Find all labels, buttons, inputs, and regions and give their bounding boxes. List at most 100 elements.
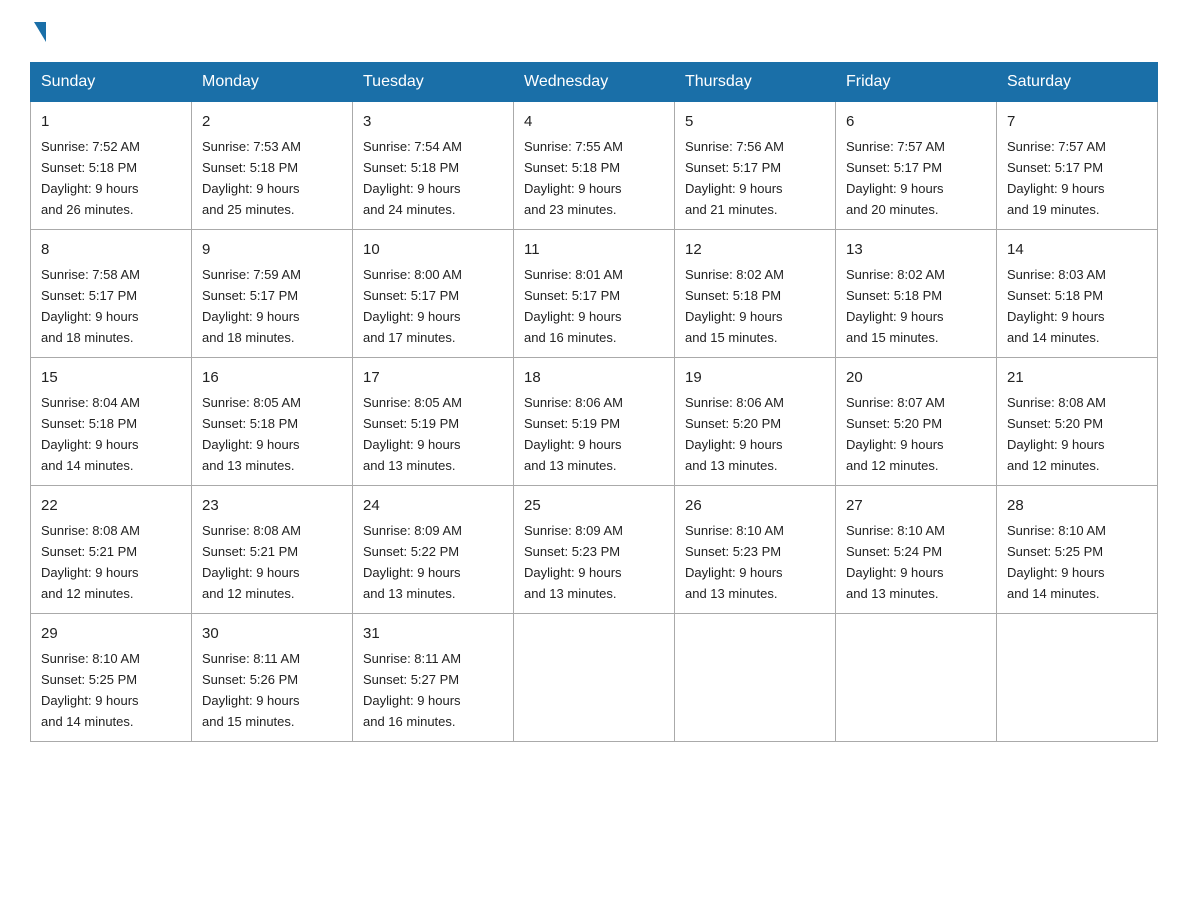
day-info: Sunrise: 7:57 AMSunset: 5:17 PMDaylight:… (846, 139, 945, 217)
day-number: 31 (363, 622, 503, 645)
week-row-3: 15 Sunrise: 8:04 AMSunset: 5:18 PMDayligh… (31, 357, 1158, 485)
day-info: Sunrise: 8:05 AMSunset: 5:18 PMDaylight:… (202, 395, 301, 473)
calendar-cell: 4 Sunrise: 7:55 AMSunset: 5:18 PMDaylight… (514, 102, 675, 230)
day-info: Sunrise: 8:11 AMSunset: 5:27 PMDaylight:… (363, 651, 461, 729)
day-info: Sunrise: 8:02 AMSunset: 5:18 PMDaylight:… (846, 267, 945, 345)
calendar-cell: 14Sunrise: 8:03 AMSunset: 5:18 PMDayligh… (997, 229, 1158, 357)
day-info: Sunrise: 8:09 AMSunset: 5:23 PMDaylight:… (524, 523, 623, 601)
day-info: Sunrise: 8:05 AMSunset: 5:19 PMDaylight:… (363, 395, 462, 473)
day-info: Sunrise: 8:08 AMSunset: 5:21 PMDaylight:… (41, 523, 140, 601)
weekday-header-sunday: Sunday (31, 63, 192, 102)
day-number: 13 (846, 238, 986, 261)
day-number: 5 (685, 110, 825, 133)
day-info: Sunrise: 8:08 AMSunset: 5:20 PMDaylight:… (1007, 395, 1106, 473)
calendar-cell: 27 Sunrise: 8:10 AMSunset: 5:24 PMDayligh… (836, 485, 997, 613)
day-info: Sunrise: 8:10 AMSunset: 5:23 PMDaylight:… (685, 523, 784, 601)
calendar-cell: 2 Sunrise: 7:53 AMSunset: 5:18 PMDaylight… (192, 102, 353, 230)
day-info: Sunrise: 7:55 AMSunset: 5:18 PMDaylight:… (524, 139, 623, 217)
calendar-cell: 6Sunrise: 7:57 AMSunset: 5:17 PMDaylight… (836, 102, 997, 230)
calendar-cell: 15 Sunrise: 8:04 AMSunset: 5:18 PMDayligh… (31, 357, 192, 485)
day-number: 29 (41, 622, 181, 645)
day-number: 30 (202, 622, 342, 645)
day-number: 25 (524, 494, 664, 517)
calendar-cell: 20 Sunrise: 8:07 AMSunset: 5:20 PMDayligh… (836, 357, 997, 485)
calendar-cell: 7Sunrise: 7:57 AMSunset: 5:17 PMDaylight… (997, 102, 1158, 230)
day-info: Sunrise: 8:10 AMSunset: 5:24 PMDaylight:… (846, 523, 945, 601)
day-info: Sunrise: 7:52 AMSunset: 5:18 PMDaylight:… (41, 139, 140, 217)
day-number: 7 (1007, 110, 1147, 133)
weekday-header-wednesday: Wednesday (514, 63, 675, 102)
calendar-cell: 3 Sunrise: 7:54 AMSunset: 5:18 PMDaylight… (353, 102, 514, 230)
page-header (30, 20, 1158, 42)
calendar-cell: 18 Sunrise: 8:06 AMSunset: 5:19 PMDayligh… (514, 357, 675, 485)
calendar-cell (836, 613, 997, 741)
week-row-5: 29 Sunrise: 8:10 AMSunset: 5:25 PMDayligh… (31, 613, 1158, 741)
day-info: Sunrise: 8:10 AMSunset: 5:25 PMDaylight:… (41, 651, 140, 729)
week-row-2: 8 Sunrise: 7:58 AMSunset: 5:17 PMDaylight… (31, 229, 1158, 357)
day-info: Sunrise: 8:04 AMSunset: 5:18 PMDaylight:… (41, 395, 140, 473)
weekday-header-thursday: Thursday (675, 63, 836, 102)
day-number: 10 (363, 238, 503, 261)
day-number: 15 (41, 366, 181, 389)
weekday-header-friday: Friday (836, 63, 997, 102)
day-number: 23 (202, 494, 342, 517)
day-number: 21 (1007, 366, 1147, 389)
calendar-cell: 24 Sunrise: 8:09 AMSunset: 5:22 PMDayligh… (353, 485, 514, 613)
weekday-header-row: SundayMondayTuesdayWednesdayThursdayFrid… (31, 63, 1158, 102)
day-number: 18 (524, 366, 664, 389)
day-info: Sunrise: 8:02 AMSunset: 5:18 PMDaylight:… (685, 267, 784, 345)
calendar-cell: 16 Sunrise: 8:05 AMSunset: 5:18 PMDayligh… (192, 357, 353, 485)
day-number: 11 (524, 238, 664, 261)
logo (30, 20, 46, 42)
day-number: 16 (202, 366, 342, 389)
day-number: 19 (685, 366, 825, 389)
day-info: Sunrise: 8:10 AMSunset: 5:25 PMDaylight:… (1007, 523, 1106, 601)
day-info: Sunrise: 8:00 AMSunset: 5:17 PMDaylight:… (363, 267, 462, 345)
day-info: Sunrise: 8:09 AMSunset: 5:22 PMDaylight:… (363, 523, 462, 601)
calendar-cell: 11 Sunrise: 8:01 AMSunset: 5:17 PMDayligh… (514, 229, 675, 357)
day-number: 20 (846, 366, 986, 389)
day-number: 12 (685, 238, 825, 261)
day-number: 14 (1007, 238, 1147, 261)
day-number: 24 (363, 494, 503, 517)
calendar-cell: 1 Sunrise: 7:52 AMSunset: 5:18 PMDaylight… (31, 102, 192, 230)
calendar-cell: 28 Sunrise: 8:10 AMSunset: 5:25 PMDayligh… (997, 485, 1158, 613)
day-info: Sunrise: 7:56 AMSunset: 5:17 PMDaylight:… (685, 139, 784, 217)
calendar-cell: 29 Sunrise: 8:10 AMSunset: 5:25 PMDayligh… (31, 613, 192, 741)
weekday-header-saturday: Saturday (997, 63, 1158, 102)
calendar-cell (675, 613, 836, 741)
day-number: 17 (363, 366, 503, 389)
day-info: Sunrise: 7:53 AMSunset: 5:18 PMDaylight:… (202, 139, 301, 217)
day-info: Sunrise: 8:08 AMSunset: 5:21 PMDaylight:… (202, 523, 301, 601)
day-number: 26 (685, 494, 825, 517)
day-info: Sunrise: 8:07 AMSunset: 5:20 PMDaylight:… (846, 395, 945, 473)
day-info: Sunrise: 8:01 AMSunset: 5:17 PMDaylight:… (524, 267, 623, 345)
logo-arrow-icon (34, 22, 46, 42)
calendar-cell: 30 Sunrise: 8:11 AMSunset: 5:26 PMDayligh… (192, 613, 353, 741)
calendar-cell: 21 Sunrise: 8:08 AMSunset: 5:20 PMDayligh… (997, 357, 1158, 485)
calendar-cell: 13 Sunrise: 8:02 AMSunset: 5:18 PMDayligh… (836, 229, 997, 357)
calendar-cell (997, 613, 1158, 741)
day-info: Sunrise: 8:06 AMSunset: 5:19 PMDaylight:… (524, 395, 623, 473)
day-info: Sunrise: 7:58 AMSunset: 5:17 PMDaylight:… (41, 267, 140, 345)
day-info: Sunrise: 7:54 AMSunset: 5:18 PMDaylight:… (363, 139, 462, 217)
day-number: 27 (846, 494, 986, 517)
day-info: Sunrise: 8:11 AMSunset: 5:26 PMDaylight:… (202, 651, 300, 729)
day-number: 8 (41, 238, 181, 261)
calendar-cell: 23 Sunrise: 8:08 AMSunset: 5:21 PMDayligh… (192, 485, 353, 613)
calendar-cell: 31 Sunrise: 8:11 AMSunset: 5:27 PMDayligh… (353, 613, 514, 741)
day-number: 1 (41, 110, 181, 133)
day-number: 4 (524, 110, 664, 133)
day-number: 2 (202, 110, 342, 133)
calendar-cell: 19 Sunrise: 8:06 AMSunset: 5:20 PMDayligh… (675, 357, 836, 485)
day-number: 9 (202, 238, 342, 261)
day-number: 22 (41, 494, 181, 517)
calendar-cell: 5 Sunrise: 7:56 AMSunset: 5:17 PMDaylight… (675, 102, 836, 230)
day-info: Sunrise: 8:06 AMSunset: 5:20 PMDaylight:… (685, 395, 784, 473)
calendar-cell: 12 Sunrise: 8:02 AMSunset: 5:18 PMDayligh… (675, 229, 836, 357)
day-number: 28 (1007, 494, 1147, 517)
day-number: 3 (363, 110, 503, 133)
calendar-table: SundayMondayTuesdayWednesdayThursdayFrid… (30, 62, 1158, 742)
calendar-cell: 9Sunrise: 7:59 AMSunset: 5:17 PMDaylight… (192, 229, 353, 357)
week-row-4: 22 Sunrise: 8:08 AMSunset: 5:21 PMDayligh… (31, 485, 1158, 613)
